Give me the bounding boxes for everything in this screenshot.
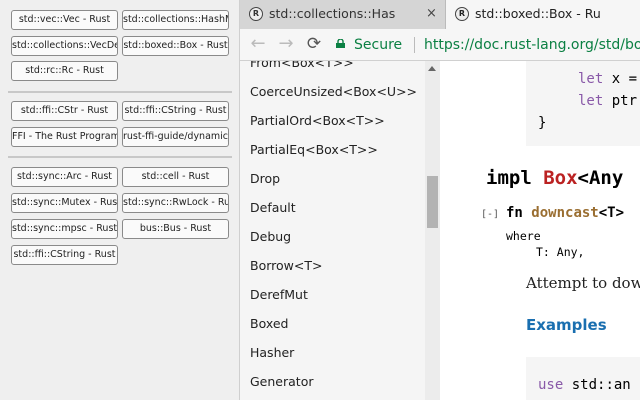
rust-favicon-icon: R [249,7,263,21]
tab-button[interactable]: std::vec::Vec - Rust [11,10,118,30]
sidebar-item[interactable]: Borrow<T> [250,258,322,273]
tab-title: std::boxed::Box - Ru [475,6,601,21]
code-line: } [538,115,547,131]
forward-arrow-icon[interactable]: → [276,34,296,54]
tab-button[interactable]: std::ffi::CString - Rust [122,101,229,121]
sidebar-item[interactable]: Debug [250,229,291,244]
tab-button[interactable]: std::collections::VecDeque [11,36,118,56]
method-signature[interactable]: fn downcast<T> [506,205,624,221]
tab-button[interactable]: std::ffi::CString - Rust [11,245,118,265]
doc-content: let x = let ptr } impl Box<Any [-] fn do… [440,61,640,400]
tab-button[interactable]: FFI - The Rust Programming [11,127,118,147]
code-line: let ptr [578,93,638,109]
sidebar-item[interactable]: DerefMut [250,287,308,302]
tab-button[interactable]: rust-ffi-guide/dynamic_l [122,127,229,147]
browser-tab-hashmap[interactable]: R std::collections::Has × [240,0,445,29]
url-text[interactable]: https://doc.rust-lang.org/std/boxed [424,33,640,57]
sidebar-scrollbar[interactable] [425,61,440,400]
sidebar-item[interactable]: Generator [250,374,313,389]
where-bound: T: Any, [536,245,585,259]
tab-button[interactable]: std::sync::mpsc - Rust [11,219,118,239]
sidebar-item[interactable]: PartialEq<Box<T>> [250,142,378,157]
scrollbar-thumb[interactable] [427,176,438,228]
reload-icon[interactable]: ⟳ [304,34,324,54]
collapse-toggle[interactable]: [-] [481,209,499,220]
where-clause: where [506,229,541,243]
examples-heading[interactable]: Examples [526,316,607,334]
tab-title: std::collections::Has [269,6,396,21]
tab-button[interactable]: std::sync::Mutex - Rust [11,193,118,213]
sidebar-item[interactable]: CoerceUnsized<Box<U>> [250,84,417,99]
sidebar-item[interactable]: Drop [250,171,280,186]
browser-tab-box[interactable]: R std::boxed::Box - Ru [445,0,640,29]
sidebar-item[interactable]: Hasher [250,345,294,360]
sidebar-item[interactable]: PartialOrd<Box<T>> [250,113,385,128]
address-bar[interactable]: Secure https://doc.rust-lang.org/std/box… [336,33,640,57]
back-arrow-icon[interactable]: ← [248,34,268,54]
method-description: Attempt to down [526,274,640,292]
sidebar-item[interactable]: Boxed [250,316,288,331]
doc-sidebar: From<Box<T>> CoerceUnsized<Box<U>> Parti… [240,61,440,400]
tab-button[interactable]: std::collections::HashMap [122,10,229,30]
scroll-up-arrow-icon[interactable] [428,66,436,71]
impl-heading: impl Box<Any [486,167,624,189]
tab-manager-panel: std::vec::Vec - Rust std::collections::H… [0,0,240,400]
browser-tab-strip: R std::collections::Has × R std::boxed::… [240,0,640,29]
lock-icon [336,39,345,48]
code-line: let x = [578,71,638,87]
group-divider [8,91,232,93]
tab-button[interactable]: bus::Bus - Rust [122,219,229,239]
tab-button[interactable]: std::ffi::CStr - Rust [11,101,118,121]
sidebar-item[interactable]: Default [250,200,296,215]
tab-button[interactable]: std::cell - Rust [122,167,229,187]
secure-label: Secure [354,37,403,53]
browser-toolbar: ← → ⟳ Secure https://doc.rust-lang.org/s… [240,29,640,61]
tab-button[interactable]: std::sync::Arc - Rust [11,167,118,187]
code-line: use std::an [538,377,631,393]
group-divider [8,156,232,158]
rust-favicon-icon: R [455,7,469,21]
tab-button[interactable]: std::rc::Rc - Rust [11,61,118,81]
sidebar-item[interactable]: From<Box<T>> [250,61,354,70]
tab-button[interactable]: std::boxed::Box - Rust [122,36,229,56]
separator [414,37,415,53]
close-icon[interactable]: × [426,0,437,28]
tab-button[interactable]: std::sync::RwLock - Rust [122,193,229,213]
